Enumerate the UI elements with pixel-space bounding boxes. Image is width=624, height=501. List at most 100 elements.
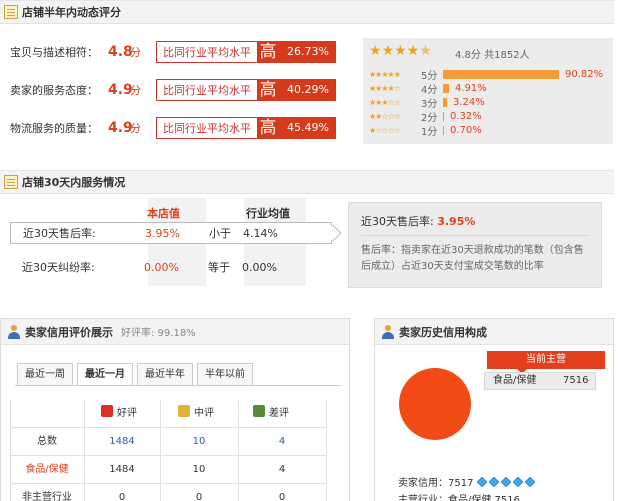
diamond-icon	[525, 476, 536, 487]
stars-icon: ★☆☆☆☆	[369, 126, 401, 135]
calendar-icon	[4, 175, 18, 189]
service-row-dispute: 近30天纠纷率: 0.00% 等于 0.00%	[10, 256, 332, 278]
row-label: 食品/保健	[25, 464, 69, 475]
compare-pct: 45.49%	[279, 117, 335, 139]
service-row-aftersale[interactable]: 近30天售后率: 3.95% 小于 4.14%	[10, 222, 342, 244]
compare-text: 比同行业平均水平	[163, 84, 251, 97]
rating-summary-score: 4.8分	[455, 50, 481, 61]
diamond-icon	[501, 476, 512, 487]
industry-value: 4.14%	[243, 226, 278, 240]
good-count-link[interactable]: 1484	[84, 428, 160, 456]
industry-column-header: 行业均值	[246, 207, 290, 220]
seller-credit-label: 卖家信用：7517	[398, 478, 474, 489]
divider	[361, 235, 589, 236]
section-title: 店铺30天内服务情况	[22, 176, 126, 189]
service-label: 近30天纠纷率:	[22, 261, 95, 274]
dist-row-4: ★★★★☆ 4分 4.91%	[369, 82, 487, 96]
main-industry-label: 主营行业：食品/保健 7516	[398, 495, 520, 501]
main-category-label: 食品/保健	[493, 375, 537, 386]
row-label: 非主营行业	[22, 492, 72, 501]
mid-count-link[interactable]: 10	[160, 428, 238, 456]
compare-badge: 比同行业平均水平 高 45.49%	[156, 117, 336, 139]
user-icon	[7, 324, 21, 339]
grid-line	[326, 400, 327, 501]
stars-icon: ★★★★★	[369, 70, 401, 79]
bad-count: 0	[278, 492, 286, 501]
dist-row-2: ★★☆☆☆ 2分 0.32%	[369, 110, 482, 124]
mid-count: 10	[192, 464, 206, 475]
star-rating: ★ ★ ★ ★ ★	[369, 44, 432, 58]
dist-row-1: ★☆☆☆☆ 1分 0.70%	[369, 124, 482, 138]
dist-bar	[443, 126, 444, 135]
dist-row-5: ★★★★★ 5分 90.82%	[369, 68, 604, 82]
compare-badge: 比同行业平均水平 高 26.73%	[156, 41, 336, 63]
dist-pct: 3.24%	[453, 97, 485, 108]
industry-value: 0.00%	[242, 260, 277, 274]
compare-text: 比同行业平均水平	[163, 46, 251, 59]
tab-earlier[interactable]: 半年以前	[197, 363, 253, 385]
dist-pct: 0.32%	[450, 111, 482, 122]
col-good-header: 好评	[101, 400, 137, 422]
col-mid-header: 中评	[178, 400, 214, 422]
rating-unit: 分	[130, 122, 141, 135]
seller-credit: 卖家信用：7517	[398, 474, 536, 489]
level-badge: 高	[257, 117, 279, 139]
dist-label: 3分	[421, 99, 438, 110]
store-column-header: 本店值	[147, 207, 180, 220]
compare-pct: 40.29%	[279, 79, 335, 101]
good-count: 0	[118, 492, 126, 501]
bad-count: 4	[278, 464, 286, 475]
section-title: 店铺半年内动态评分	[22, 6, 121, 19]
good-rate: 好评率: 99.18%	[121, 328, 196, 339]
dist-row-3: ★★★☆☆ 3分 3.24%	[369, 96, 485, 110]
mid-count: 0	[195, 492, 203, 501]
panel-header: 卖家历史信用构成	[375, 319, 613, 345]
flower-icon	[101, 405, 113, 417]
main-category-box: 食品/保健 7516	[484, 372, 596, 390]
main-category-value: 7516	[563, 375, 589, 386]
compare-badge: 比同行业平均水平 高 40.29%	[156, 79, 336, 101]
panel-title: 卖家信用评价展示	[25, 325, 113, 339]
good-count: 1484	[109, 464, 135, 475]
bad-count-link[interactable]: 4	[238, 428, 326, 456]
diamond-icon	[477, 476, 488, 487]
level-badge: 高	[257, 79, 279, 101]
stars-icon: ★★☆☆☆	[369, 112, 401, 121]
diamond-icon	[489, 476, 500, 487]
panel-title: 卖家历史信用构成	[399, 325, 487, 339]
rating-score: 4.9	[108, 120, 133, 136]
panel-header: 卖家信用评价展示 好评率: 99.18%	[1, 319, 349, 345]
rating-row-logistics: 物流服务的质量： 4.9 分 比同行业平均水平 高 45.49%	[10, 114, 355, 142]
store-value: 0.00%	[144, 260, 179, 274]
rating-score: 4.9	[108, 82, 133, 98]
main-industry: 主营行业：食品/保健 7516	[398, 491, 520, 501]
tab-half-year[interactable]: 最近半年	[137, 363, 193, 385]
user-icon	[381, 324, 395, 339]
relation-text: 小于	[209, 227, 231, 240]
dist-label: 4分	[421, 85, 438, 96]
rating-label: 卖家的服务态度：	[10, 84, 98, 97]
row-pointer-icon	[324, 224, 342, 242]
store-value: 3.95%	[145, 226, 180, 240]
rating-unit: 分	[130, 84, 141, 97]
star-icon: ★	[369, 43, 382, 59]
dist-pct: 90.82%	[565, 69, 604, 80]
tab-week[interactable]: 最近一周	[17, 363, 73, 385]
dist-bar	[443, 84, 449, 93]
wilted-plant-icon	[253, 405, 265, 417]
star-icon: ★	[381, 43, 395, 59]
half-star-icon: ★	[419, 43, 432, 59]
star-icon: ★	[394, 43, 407, 59]
calendar-icon	[4, 5, 18, 19]
dist-pct: 4.91%	[455, 83, 487, 94]
col-mid-label: 中评	[194, 407, 214, 419]
col-bad-header: 差评	[253, 400, 289, 422]
compare-text: 比同行业平均水平	[163, 122, 251, 135]
flower-icon	[178, 405, 190, 417]
info-box-value: 3.95%	[437, 215, 476, 228]
tab-month[interactable]: 最近一月	[77, 363, 133, 385]
rating-row-service: 卖家的服务态度： 4.9 分 比同行业平均水平 高 40.29%	[10, 76, 355, 104]
stars-icon: ★★★★☆	[369, 84, 401, 93]
dist-label: 2分	[421, 113, 438, 124]
dist-label: 1分	[421, 127, 438, 138]
